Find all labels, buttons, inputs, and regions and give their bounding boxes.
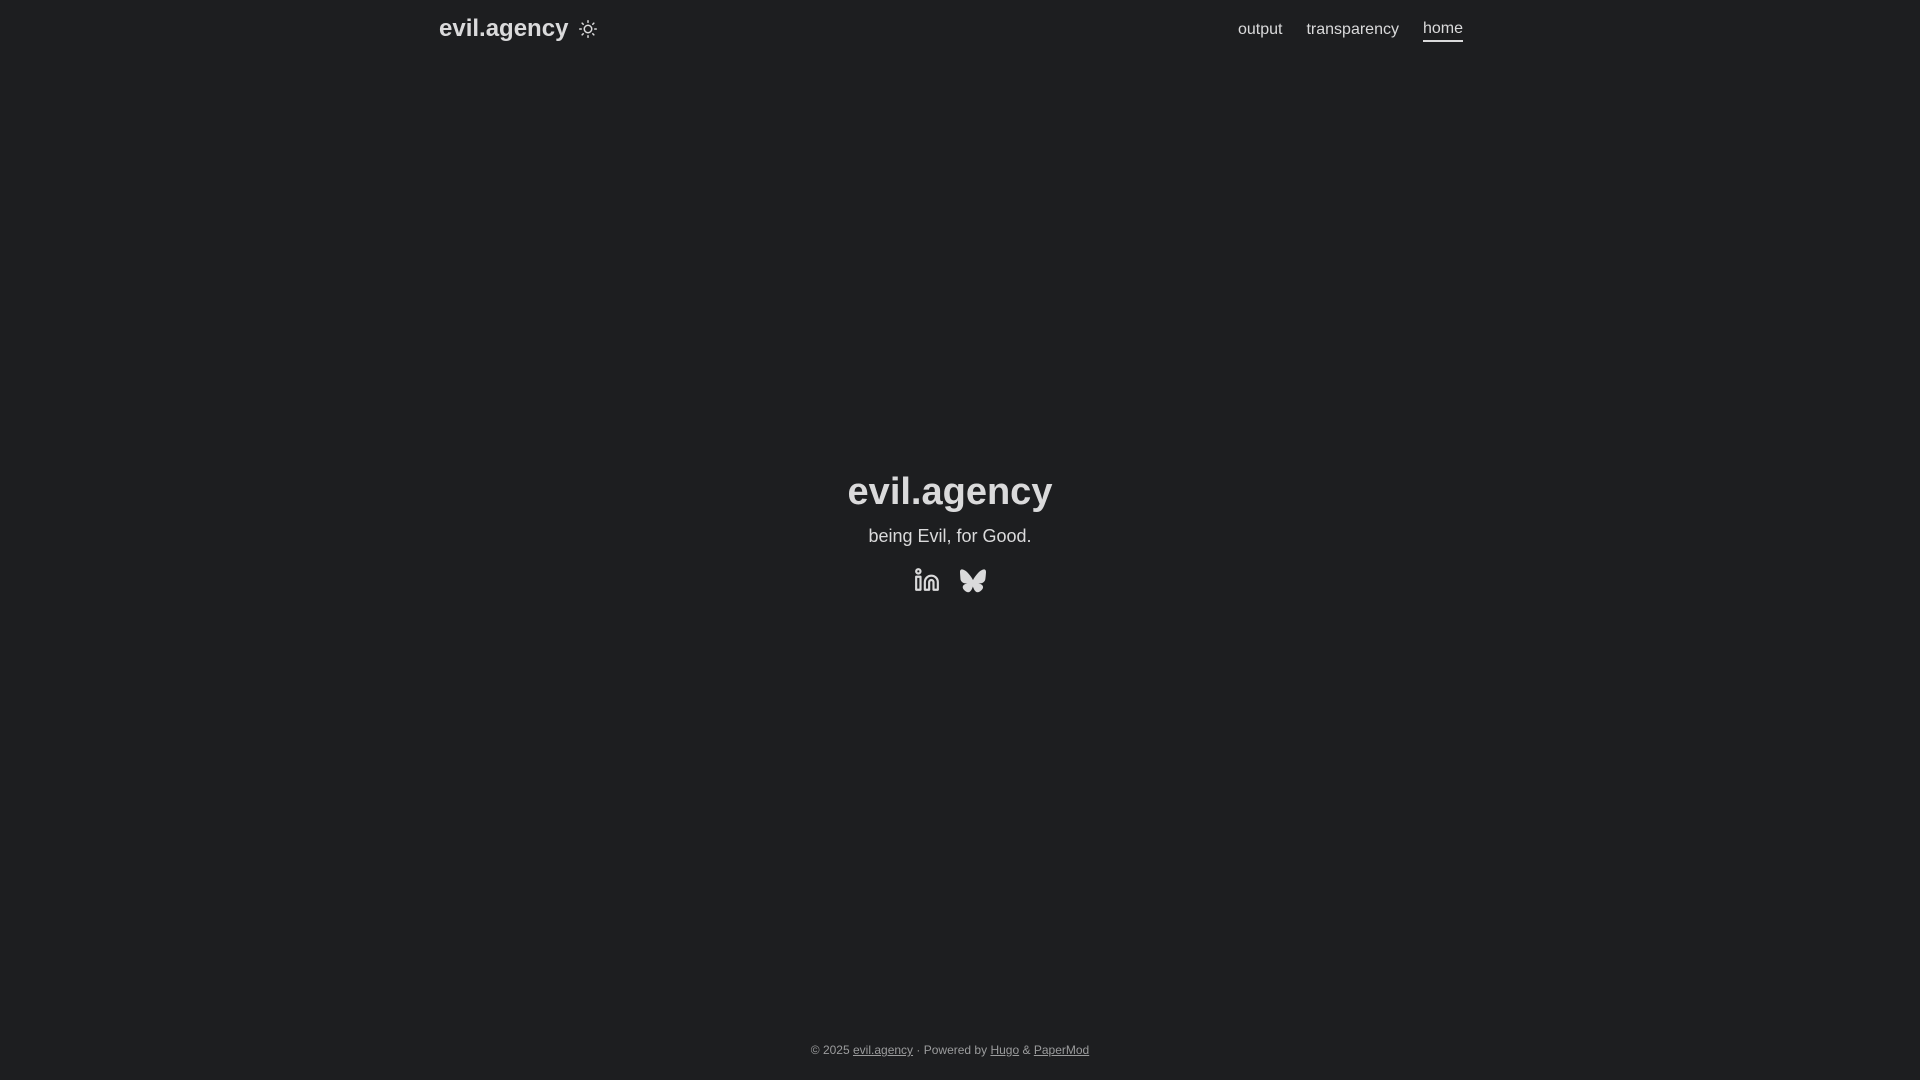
- footer-site-link[interactable]: evil.agency: [853, 1043, 913, 1057]
- hero-title: evil.agency: [847, 471, 1053, 513]
- bluesky-link[interactable]: [960, 567, 986, 593]
- menu-item-transparency[interactable]: transparency: [1306, 18, 1399, 42]
- linkedin-link[interactable]: [914, 567, 940, 593]
- menu-item-output[interactable]: output: [1238, 18, 1282, 42]
- menu-item-home[interactable]: home: [1422, 18, 1463, 42]
- social-icons: [0, 567, 1900, 593]
- home-info: evil.agency being Evil, for Good.: [0, 468, 1900, 593]
- linkedin-icon: [915, 568, 939, 591]
- bluesky-icon: [960, 569, 986, 593]
- site-footer: © 2025 evil.agency · Powered by Hugo & P…: [0, 1040, 1900, 1060]
- footer-copyright: © 2025: [810, 1043, 850, 1057]
- footer-hugo-link[interactable]: Hugo: [990, 1043, 1019, 1057]
- sun-icon: [579, 20, 598, 38]
- footer-papermod-link[interactable]: PaperMod: [1034, 1043, 1089, 1057]
- theme-toggle-button[interactable]: [578, 19, 598, 39]
- site-logo-link[interactable]: evil.agency: [439, 13, 568, 45]
- footer-powered-by: Powered by: [923, 1043, 988, 1057]
- hero-subtitle: being Evil, for Good.: [868, 526, 1032, 546]
- logo-switches: evil.agency: [439, 13, 598, 45]
- footer-amp: &: [1022, 1043, 1031, 1057]
- site-header: evil.agency output transparency home: [0, 0, 1920, 60]
- main-menu: output transparency home: [1238, 18, 1463, 42]
- footer-separator: ·: [916, 1043, 921, 1057]
